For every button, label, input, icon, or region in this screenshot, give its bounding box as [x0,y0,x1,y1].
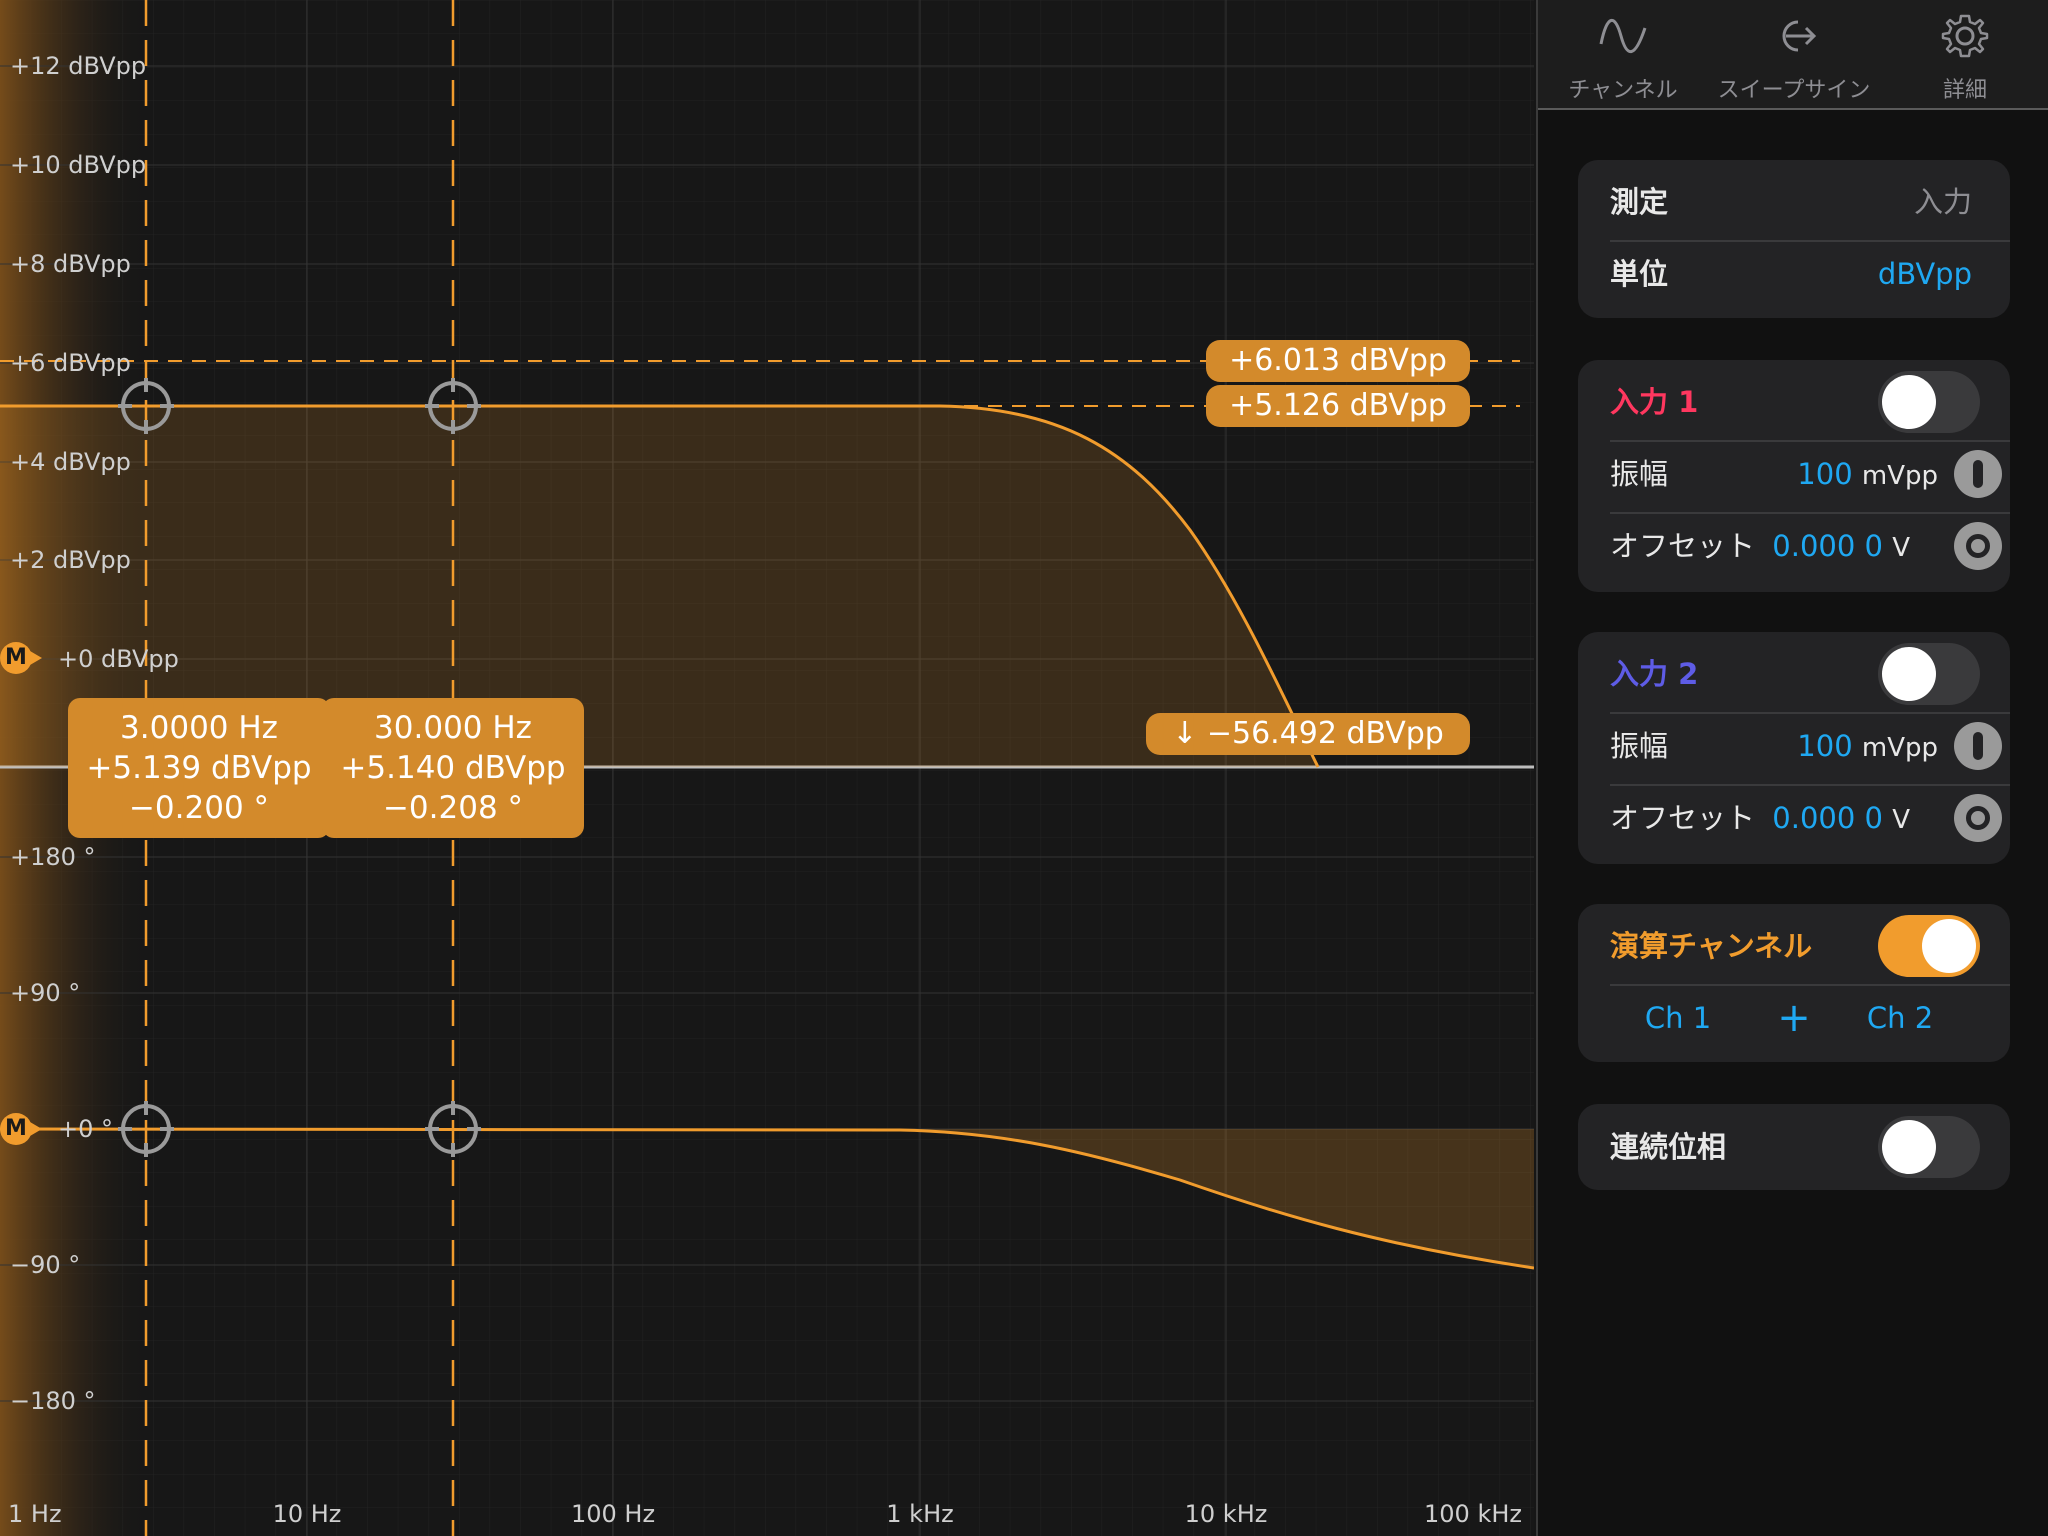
amplitude-slider-icon[interactable] [1954,722,2002,770]
offset-dial-icon[interactable] [1954,794,2002,842]
bode-plot[interactable]: +12 dBVpp +10 dBVpp +8 dBVpp +6 dBVpp +4… [0,0,1534,1536]
freq-axis-label: 10 Hz [273,1500,342,1528]
freq-axis-label: 1 kHz [886,1500,953,1528]
tab-channel-label: チャンネル [1568,78,1678,103]
amplitude-unit: mVpp [1861,733,1938,763]
cursor-2-magnitude: +5.140 dBVpp [340,750,566,786]
mag-axis-label: +10 dBVpp [10,151,146,179]
gear-icon [1941,14,1989,58]
magnitude-reference-marker[interactable]: M [0,642,42,674]
cursor-readout-1[interactable]: 3.0000 Hz +5.139 dBVpp −0.200 ° [68,698,330,838]
math-operator[interactable]: + [1754,982,1834,1054]
continuous-phase-row: 連続位相 [1578,1111,2010,1183]
cursor-2-frequency: 30.000 Hz [374,710,532,746]
amplitude-label: 振幅 [1610,729,1669,763]
freq-axis-label: 10 kHz [1185,1500,1268,1528]
level-pill-minimum[interactable]: ↓ −56.492 dBVpp [1146,713,1470,755]
freq-axis-label: 1 Hz [8,1500,62,1528]
offset-label: オフセット [1610,529,1756,563]
input-2-card: 入力 2 振幅 100 mVpp オフセット 0.000 0 V [1578,632,2010,864]
amplitude-value-group: 100 mVpp [1797,438,1938,512]
input-2-offset-row[interactable]: オフセット 0.000 0 V [1578,782,2010,854]
unit-value: dBVpp [1877,257,1972,291]
measure-value: 入力 [1913,185,1972,219]
input-2-title: 入力 2 [1610,657,1699,691]
continuous-phase-title: 連続位相 [1610,1130,1727,1164]
offset-unit: V [1892,533,1910,563]
cursor-1-phase: −0.200 ° [128,790,270,826]
unit-label: 単位 [1610,257,1669,291]
math-channel-card: 演算チャンネル Ch 1 + Ch 2 [1578,904,2010,1062]
measure-row[interactable]: 測定 入力 [1578,166,2010,238]
amplitude-label: 振幅 [1610,457,1669,491]
tab-bar: チャンネル スイープサイン 詳細 [1538,0,2048,110]
amplitude-value: 100 [1797,729,1853,763]
measure-label: 測定 [1610,185,1669,219]
phase-reference-marker[interactable]: M [0,1113,42,1145]
mag-axis-label: +2 dBVpp [10,546,131,574]
tab-sweep-sine-label: スイープサイン [1717,78,1871,103]
tab-channel[interactable]: チャンネル [1538,0,1708,108]
input-1-toggle[interactable] [1878,371,1980,433]
freq-axis-label: 100 Hz [571,1500,655,1528]
input-2-amplitude-row[interactable]: 振幅 100 mVpp [1578,710,2010,782]
phase-axis-label: +0 ° [58,1115,113,1143]
toggle-knob [1882,375,1936,429]
math-channel-header: 演算チャンネル [1578,910,2010,982]
offset-value: 0.000 0 [1772,801,1883,835]
mag-axis-label: +8 dBVpp [10,250,131,278]
offset-value-group: 0.000 0 V [1772,510,1910,584]
math-expression-row: Ch 1 + Ch 2 [1578,982,2010,1054]
measurement-card: 測定 入力 単位 dBVpp [1578,160,2010,318]
math-operand-1[interactable]: Ch 1 [1618,982,1738,1054]
cursor-1-frequency: 3.0000 Hz [120,710,278,746]
offset-value: 0.000 0 [1772,529,1883,563]
tab-details-label: 詳細 [1942,78,1987,103]
amplitude-value-group: 100 mVpp [1797,710,1938,784]
mag-axis-label: +12 dBVpp [10,52,146,80]
offset-dial-icon[interactable] [1954,522,2002,570]
unit-row[interactable]: 単位 dBVpp [1578,238,2010,310]
amplitude-value: 100 [1797,457,1853,491]
freq-axis-label: 100 kHz [1424,1500,1522,1528]
toggle-knob [1922,919,1976,973]
input-1-title: 入力 1 [1610,385,1699,419]
continuous-phase-toggle[interactable] [1878,1116,1980,1178]
toggle-knob [1882,1120,1936,1174]
mag-axis-label: +4 dBVpp [10,448,131,476]
math-channel-toggle[interactable] [1878,915,1980,977]
mag-axis-label: +6 dBVpp [10,349,131,377]
settings-panel: チャンネル スイープサイン 詳細 測定 入力 単位 dBVpp 入力 1 振幅 … [1536,0,2048,1536]
level-pill-lower[interactable]: +5.126 dBVpp [1206,385,1470,427]
cursor-1-magnitude: +5.139 dBVpp [86,750,312,786]
offset-value-group: 0.000 0 V [1772,782,1910,856]
input-1-amplitude-row[interactable]: 振幅 100 mVpp [1578,438,2010,510]
sine-wave-icon [1599,19,1647,53]
input-2-header: 入力 2 [1578,638,2010,710]
math-operand-2[interactable]: Ch 2 [1840,982,1960,1054]
cursor-2-phase: −0.208 ° [382,790,524,826]
sweep-export-icon [1782,20,1817,52]
toggle-knob [1882,647,1936,701]
mag-axis-label: +0 dBVpp [58,645,179,673]
input-2-toggle[interactable] [1878,643,1980,705]
continuous-phase-card: 連続位相 [1578,1104,2010,1190]
phase-axis-label: +90 ° [10,979,80,1007]
amplitude-slider-icon[interactable] [1954,450,2002,498]
math-channel-title: 演算チャンネル [1610,929,1813,963]
input-1-header: 入力 1 [1578,366,2010,438]
phase-axis-label: −180 ° [10,1387,96,1415]
input-1-offset-row[interactable]: オフセット 0.000 0 V [1578,510,2010,582]
phase-axis-label: −90 ° [10,1251,80,1279]
input-1-card: 入力 1 振幅 100 mVpp オフセット 0.000 0 V [1578,360,2010,592]
cursor-readout-2[interactable]: 30.000 Hz +5.140 dBVpp −0.208 ° [322,698,584,838]
tab-sweep-sine[interactable]: スイープサイン [1708,0,1880,108]
offset-unit: V [1892,805,1910,835]
offset-label: オフセット [1610,801,1756,835]
level-pill-upper[interactable]: +6.013 dBVpp [1206,340,1470,382]
phase-axis-label: +180 ° [10,843,96,871]
amplitude-unit: mVpp [1861,461,1938,491]
tab-details[interactable]: 詳細 [1880,0,2048,108]
